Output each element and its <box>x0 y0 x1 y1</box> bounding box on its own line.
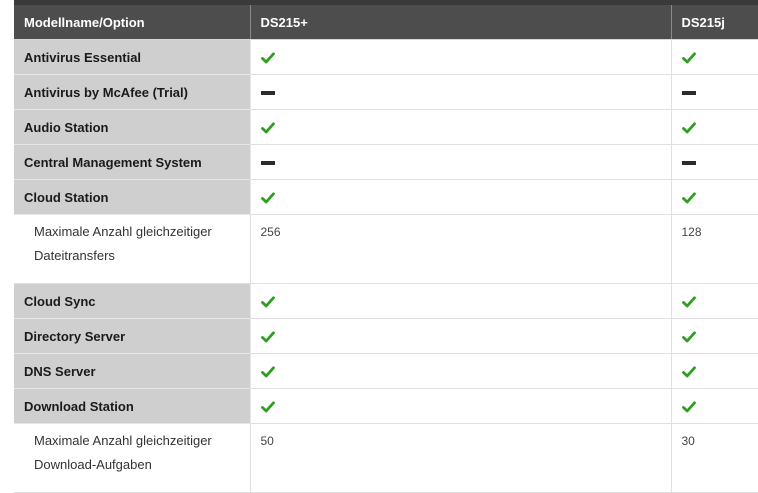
table-subrow: Maximale Anzahl gleichzeitiger Download-… <box>14 423 758 493</box>
feature-label: Cloud Sync <box>14 283 251 319</box>
header-feature: Modellname/Option <box>14 5 251 40</box>
table-row: Antivirus by McAfee (Trial) <box>14 74 758 110</box>
table-row: Cloud Station <box>14 179 758 215</box>
value-ds215j <box>671 388 758 424</box>
check-icon <box>681 296 696 308</box>
value-ds215plus <box>250 353 672 389</box>
feature-label: Central Management System <box>14 144 251 180</box>
value-ds215plus: 50 <box>250 423 672 493</box>
table-subrow: Maximale Anzahl gleichzeitiger Dateitran… <box>14 214 758 284</box>
value-ds215plus: 256 <box>250 214 672 284</box>
value-ds215plus <box>250 283 672 319</box>
header-model-ds215j: DS215j <box>671 5 758 40</box>
top-left-edge <box>0 0 14 6</box>
table-row: Central Management System <box>14 144 758 180</box>
feature-label: Download Station <box>14 388 251 424</box>
check-icon <box>681 401 696 413</box>
feature-label: Audio Station <box>14 109 251 145</box>
value-ds215j <box>671 144 758 180</box>
check-icon <box>260 52 275 64</box>
value-ds215plus <box>250 109 672 145</box>
feature-label: DNS Server <box>14 353 251 389</box>
value-ds215j <box>671 109 758 145</box>
value-ds215plus <box>250 388 672 424</box>
table-row: Cloud Sync <box>14 283 758 319</box>
table-row: Audio Station <box>14 109 758 145</box>
value-ds215j <box>671 179 758 215</box>
feature-label: Cloud Station <box>14 179 251 215</box>
dash-icon <box>260 161 275 166</box>
value-ds215plus <box>250 39 672 75</box>
dash-icon <box>260 91 275 96</box>
check-icon <box>260 192 275 204</box>
dash-icon <box>681 161 696 166</box>
value-ds215j <box>671 283 758 319</box>
feature-label: Antivirus by McAfee (Trial) <box>14 74 251 110</box>
header-model-ds215plus: DS215+ <box>250 5 672 40</box>
check-icon <box>260 296 275 308</box>
table-row: Directory Server <box>14 318 758 354</box>
value-ds215plus <box>250 179 672 215</box>
check-icon <box>681 52 696 64</box>
value-ds215j <box>671 39 758 75</box>
check-icon <box>260 366 275 378</box>
value-ds215plus <box>250 74 672 110</box>
value-ds215plus <box>250 144 672 180</box>
subfeature-label: Maximale Anzahl gleichzeitiger Download-… <box>14 423 251 493</box>
check-icon <box>260 122 275 134</box>
feature-label: Antivirus Essential <box>14 39 251 75</box>
table-row: Antivirus Essential <box>14 39 758 75</box>
value-ds215j <box>671 353 758 389</box>
feature-label: Directory Server <box>14 318 251 354</box>
check-icon <box>260 401 275 413</box>
check-icon <box>260 331 275 343</box>
comparison-table: Modellname/Option DS215+ DS215j Antiviru… <box>14 5 758 493</box>
check-icon <box>681 366 696 378</box>
check-icon <box>681 122 696 134</box>
value-ds215j: 30 <box>671 423 758 493</box>
check-icon <box>681 331 696 343</box>
value-ds215j <box>671 318 758 354</box>
table-row: Download Station <box>14 388 758 424</box>
value-ds215j: 128 <box>671 214 758 284</box>
dash-icon <box>681 91 696 96</box>
table-row: DNS Server <box>14 353 758 389</box>
value-ds215j <box>671 74 758 110</box>
header-row: Modellname/Option DS215+ DS215j <box>14 5 758 40</box>
subfeature-label: Maximale Anzahl gleichzeitiger Dateitran… <box>14 214 251 284</box>
check-icon <box>681 192 696 204</box>
value-ds215plus <box>250 318 672 354</box>
